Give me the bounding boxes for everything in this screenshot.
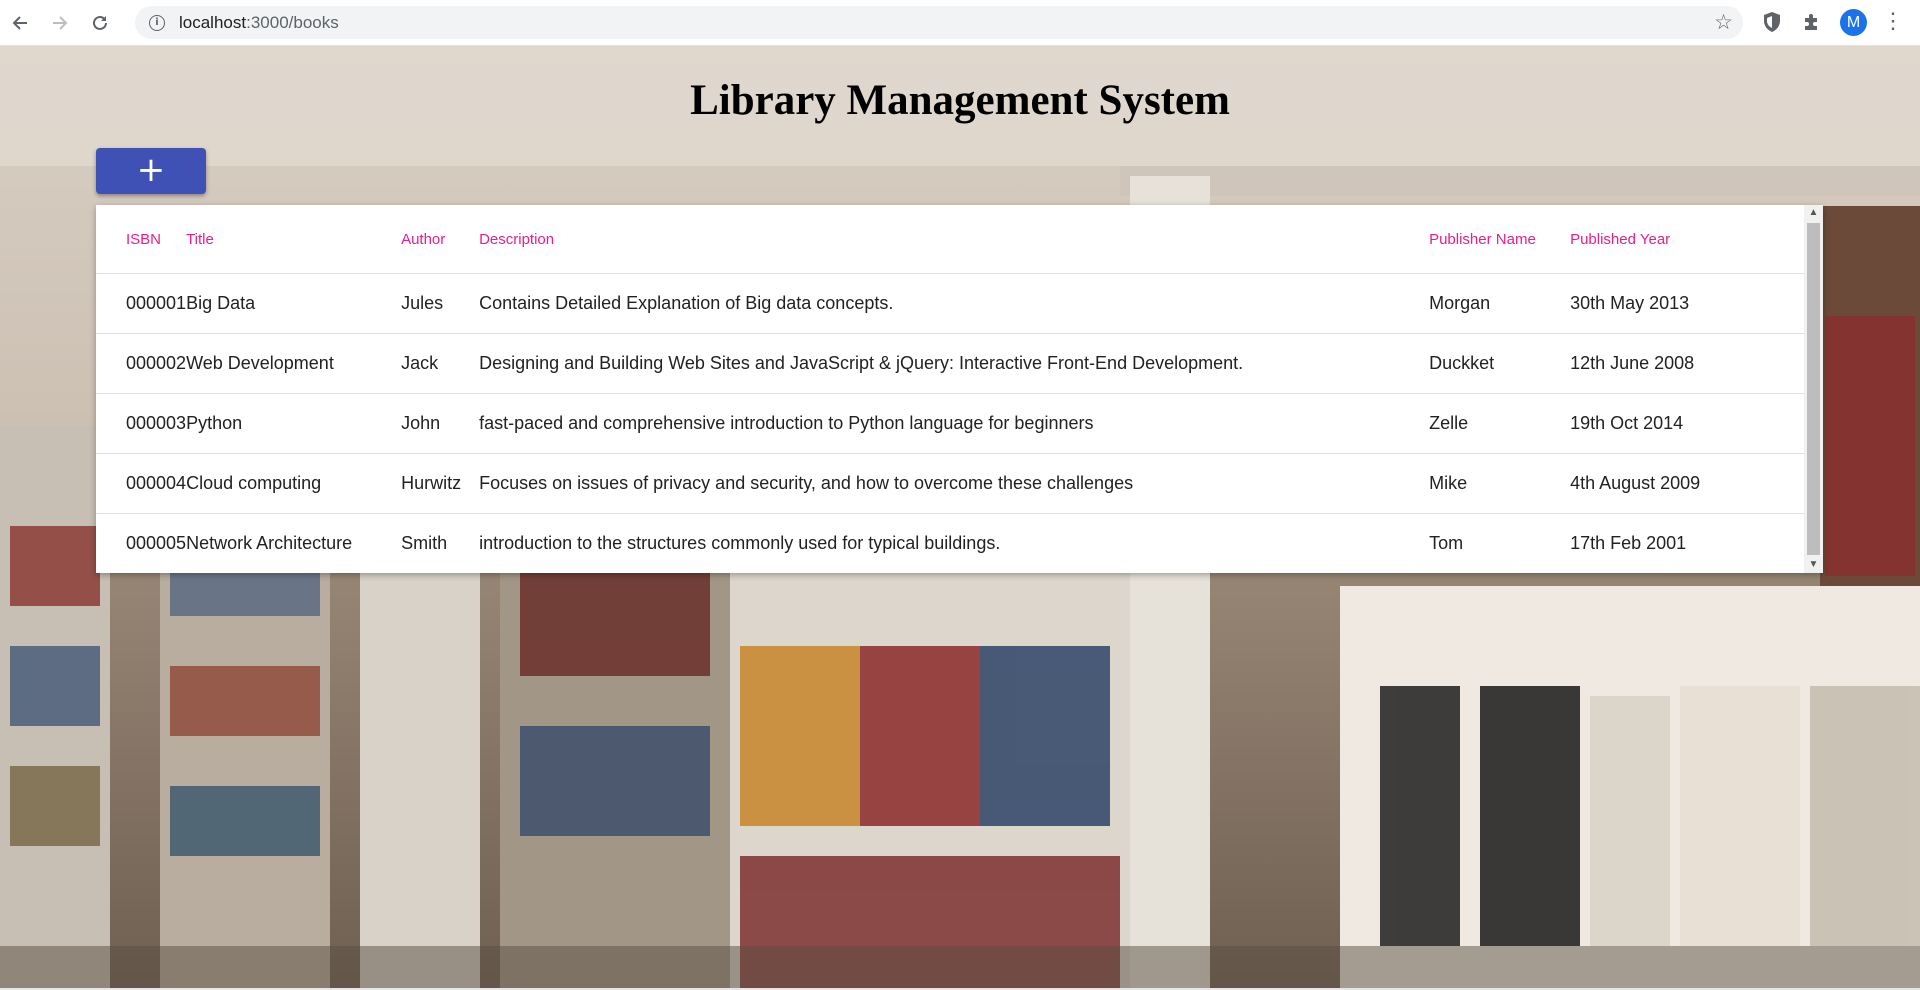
cell-year: 12th June 2008 (1570, 333, 1804, 394)
cell-author: Hurwitz (401, 453, 480, 514)
cell-title: Web Development (186, 333, 402, 394)
cell-author: Jules (401, 273, 480, 334)
add-book-button[interactable]: + (96, 148, 206, 194)
reload-icon[interactable] (80, 0, 120, 45)
cell-description: Designing and Building Web Sites and Jav… (479, 333, 1430, 394)
cell-year: 19th Oct 2014 (1570, 393, 1804, 454)
cell-isbn: 000005 (126, 533, 187, 553)
books-table-container: ISBN Title Author Description Publisher … (96, 205, 1823, 573)
scroll-down-arrow-icon[interactable]: ▼ (1804, 557, 1823, 573)
table-row[interactable]: 000005 Network Architecture Smith introd… (96, 514, 1804, 574)
kebab-menu-icon[interactable]: ⋮ (1882, 8, 1904, 34)
column-header-year[interactable]: Published Year (1570, 205, 1804, 274)
page-content: Library Management System + ISBN Title A… (0, 46, 1920, 990)
url-text[interactable]: localhost:3000/books (179, 13, 339, 33)
browser-toolbar: i localhost:3000/books ☆ M ⋮ (0, 0, 1920, 46)
cell-publisher: Duckket (1429, 333, 1571, 394)
address-bar[interactable]: i localhost:3000/books ☆ (135, 6, 1743, 39)
cell-isbn: 000002 (96, 333, 187, 394)
cell-description: introduction to the structures commonly … (479, 533, 1001, 553)
star-icon[interactable]: ☆ (1714, 10, 1733, 35)
cell-author: John (401, 393, 480, 454)
cell-publisher: Mike (1429, 453, 1571, 514)
cell-publisher: Tom (1429, 533, 1464, 553)
cell-description: Contains Detailed Explanation of Big dat… (479, 273, 1430, 334)
profile-avatar[interactable]: M (1840, 9, 1867, 36)
cell-isbn: 000003 (96, 393, 187, 454)
back-arrow-icon[interactable] (0, 0, 40, 45)
cell-description: Focuses on issues of privacy and securit… (479, 453, 1430, 514)
books-table-scroll-area[interactable]: ISBN Title Author Description Publisher … (96, 205, 1804, 573)
cell-publisher: Zelle (1429, 393, 1571, 454)
cell-isbn: 000001 (96, 273, 187, 334)
scroll-up-arrow-icon[interactable]: ▲ (1804, 205, 1823, 221)
column-header-description[interactable]: Description (479, 205, 1430, 274)
books-table: ISBN Title Author Description Publisher … (96, 205, 1804, 573)
table-row[interactable]: 000004 Cloud computing Hurwitz Focuses o… (96, 453, 1804, 514)
cell-year: 4th August 2009 (1570, 453, 1804, 514)
scrollbar-thumb[interactable] (1807, 223, 1820, 555)
cell-title: Python (186, 393, 402, 454)
shield-icon[interactable] (1758, 8, 1786, 36)
cell-publisher: Morgan (1429, 273, 1571, 334)
url-path: :3000/books (246, 12, 339, 32)
puzzle-icon[interactable] (1798, 8, 1826, 36)
cell-year: 17th Feb 2001 (1570, 533, 1687, 553)
cell-description: fast-paced and comprehensive introductio… (479, 393, 1430, 454)
column-header-author[interactable]: Author (401, 205, 480, 274)
page-title: Library Management System (690, 77, 1230, 124)
cell-author: Jack (401, 333, 480, 394)
cell-title: Big Data (186, 273, 402, 334)
column-header-isbn[interactable]: ISBN (96, 205, 187, 274)
cell-title: Network Architecture (186, 533, 353, 553)
column-header-title[interactable]: Title (186, 205, 402, 274)
table-row[interactable]: 000003 Python John fast-paced and compre… (96, 393, 1804, 454)
table-scrollbar[interactable]: ▲ ▼ (1804, 205, 1823, 573)
info-icon[interactable]: i (149, 14, 165, 31)
table-row[interactable]: 000002 Web Development Jack Designing an… (96, 333, 1804, 394)
cell-author: Smith (401, 533, 448, 553)
column-header-publisher[interactable]: Publisher Name (1429, 205, 1571, 274)
cell-year: 30th May 2013 (1570, 273, 1804, 334)
cell-isbn: 000004 (96, 453, 187, 514)
forward-arrow-icon[interactable] (40, 0, 80, 45)
cell-title: Cloud computing (186, 453, 402, 514)
table-row[interactable]: 000001 Big Data Jules Contains Detailed … (96, 273, 1804, 334)
table-header-row: ISBN Title Author Description Publisher … (96, 205, 1804, 274)
url-host: localhost (179, 12, 247, 32)
